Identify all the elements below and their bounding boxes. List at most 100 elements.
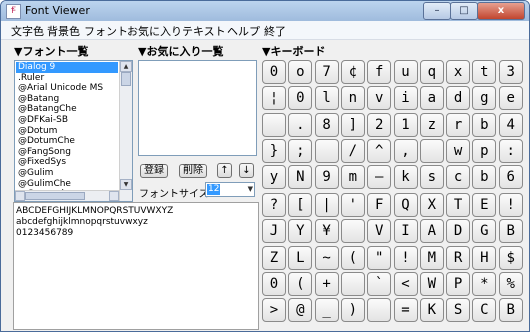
keyboard-key[interactable]: o: [288, 60, 313, 84]
menu-text-color[interactable]: 文字色: [11, 23, 44, 39]
keyboard-key[interactable]: S: [446, 298, 471, 323]
keyboard-key[interactable]: (: [340, 245, 365, 270]
keyboard-key[interactable]: M: [419, 245, 444, 270]
font-list-item[interactable]: @BatangChe: [16, 104, 118, 115]
keyboard-key[interactable]: z: [419, 112, 444, 137]
keyboard-key[interactable]: Q: [393, 193, 418, 217]
scroll-up-icon[interactable]: ▲: [120, 61, 132, 72]
keyboard-key[interactable]: g: [472, 86, 497, 111]
keyboard-key[interactable]: /: [340, 138, 365, 163]
keyboard-key[interactable]: N: [288, 165, 313, 190]
keyboard-key[interactable]: ]: [340, 112, 365, 137]
keyboard-key[interactable]: u: [393, 60, 418, 84]
keyboard-key[interactable]: 7: [314, 60, 339, 84]
font-list-item[interactable]: @GulimChe: [16, 179, 118, 190]
keyboard-key[interactable]: D: [446, 219, 471, 244]
horizontal-scroll-thumb[interactable]: [25, 192, 85, 200]
keyboard-key[interactable]: d: [446, 86, 471, 111]
keyboard-key[interactable]: s: [419, 165, 444, 190]
keyboard-key[interactable]: f: [367, 60, 392, 84]
title-bar[interactable]: Ꞙ Font Viewer – □ x: [1, 1, 529, 21]
keyboard-key[interactable]: B: [498, 219, 523, 244]
menu-exit[interactable]: 終了: [264, 23, 286, 39]
keyboard-key[interactable]: 0: [262, 271, 286, 296]
keyboard-key[interactable]: F: [367, 193, 392, 217]
keyboard-key[interactable]: k: [393, 165, 418, 190]
keyboard-key[interactable]: I: [393, 219, 418, 244]
keyboard-key[interactable]: |: [314, 193, 339, 217]
keyboard-key[interactable]: %: [498, 271, 523, 296]
chevron-down-icon[interactable]: ▼: [248, 185, 253, 193]
keyboard-key[interactable]: :: [498, 138, 523, 163]
font-list-item[interactable]: @DFKai-SB: [16, 115, 118, 126]
keyboard-key[interactable]: G: [472, 219, 497, 244]
font-list-item[interactable]: @Gulim: [16, 168, 118, 179]
keyboard-key[interactable]: @: [288, 298, 313, 323]
font-list-box[interactable]: Dialog 9 .Ruler @Arial Unicode MS @Batang @B…: [14, 60, 133, 202]
keyboard-key[interactable]: ?: [262, 193, 286, 217]
keyboard-key[interactable]: 1: [393, 112, 418, 137]
maximize-button[interactable]: □: [450, 2, 478, 20]
keyboard-key[interactable]: ;: [288, 138, 313, 163]
keyboard-key[interactable]: i: [393, 86, 418, 111]
keyboard-key[interactable]: <: [393, 271, 418, 296]
keyboard-key[interactable]: 6: [498, 165, 523, 190]
font-list-vertical-scrollbar[interactable]: ▲ ▼: [119, 61, 132, 201]
scroll-left-icon[interactable]: [15, 191, 25, 201]
keyboard-key[interactable]: J: [262, 219, 286, 244]
keyboard-key[interactable]: ): [340, 298, 365, 323]
move-down-button[interactable]: ↓: [239, 163, 254, 178]
menu-favorites[interactable]: お気に入り: [127, 23, 182, 39]
keyboard-key[interactable]: y: [262, 165, 286, 190]
keyboard-key[interactable]: b: [472, 165, 497, 190]
keyboard-key[interactable]: b: [472, 112, 497, 137]
font-size-select[interactable]: 12 ▼: [205, 182, 255, 197]
keyboard-key[interactable]: ~: [314, 245, 339, 270]
keyboard-key[interactable]: E: [472, 193, 497, 217]
keyboard-key[interactable]: v: [367, 86, 392, 111]
keyboard-key[interactable]: K: [419, 298, 444, 323]
keyboard-key[interactable]: [262, 112, 286, 137]
keyboard-key[interactable]: T: [446, 193, 471, 217]
keyboard-key[interactable]: H: [472, 245, 497, 270]
font-preview-area[interactable]: ABCDEFGHIJKLMNOPQRSTUVWXYZ abcdefghijklm…: [13, 202, 259, 330]
keyboard-key[interactable]: .: [288, 112, 313, 137]
keyboard-key[interactable]: —: [367, 165, 392, 190]
keyboard-key[interactable]: ¥: [314, 219, 339, 244]
keyboard-key[interactable]: V: [367, 219, 392, 244]
keyboard-key[interactable]: [314, 138, 339, 163]
keyboard-key[interactable]: ': [340, 193, 365, 217]
keyboard-key[interactable]: X: [419, 193, 444, 217]
keyboard-key[interactable]: ": [367, 245, 392, 270]
keyboard-key[interactable]: [367, 298, 392, 323]
keyboard-key[interactable]: W: [419, 271, 444, 296]
font-list-item[interactable]: @Dotum: [16, 126, 118, 137]
menu-text[interactable]: テキスト: [182, 23, 226, 39]
keyboard-key[interactable]: 0: [262, 60, 286, 84]
keyboard-key[interactable]: [340, 271, 365, 296]
keyboard-key[interactable]: >: [262, 298, 286, 323]
keyboard-key[interactable]: A: [419, 219, 444, 244]
scroll-down-icon[interactable]: ▼: [120, 179, 132, 190]
font-list-horizontal-scrollbar[interactable]: [15, 190, 119, 201]
move-up-button[interactable]: ↑: [217, 163, 232, 178]
register-favorite-button[interactable]: 登録: [140, 164, 168, 178]
font-list-item[interactable]: @Arial Unicode MS: [16, 83, 118, 94]
keyboard-key[interactable]: R: [446, 245, 471, 270]
keyboard-key[interactable]: n: [340, 86, 365, 111]
keyboard-key[interactable]: 3: [498, 60, 523, 84]
keyboard-key[interactable]: =: [393, 298, 418, 323]
menu-font[interactable]: フォント: [84, 23, 128, 39]
keyboard-key[interactable]: 4: [498, 112, 523, 137]
keyboard-key[interactable]: P: [446, 271, 471, 296]
keyboard-key[interactable]: +: [314, 271, 339, 296]
keyboard-key[interactable]: e: [498, 86, 523, 111]
keyboard-key[interactable]: *: [472, 271, 497, 296]
keyboard-key[interactable]: `: [367, 271, 392, 296]
keyboard-key[interactable]: ,: [393, 138, 418, 163]
delete-favorite-button[interactable]: 削除: [179, 164, 207, 178]
keyboard-key[interactable]: Z: [262, 245, 286, 270]
keyboard-key[interactable]: l: [314, 86, 339, 111]
keyboard-key[interactable]: ^: [367, 138, 392, 163]
keyboard-key[interactable]: ¢: [340, 60, 365, 84]
